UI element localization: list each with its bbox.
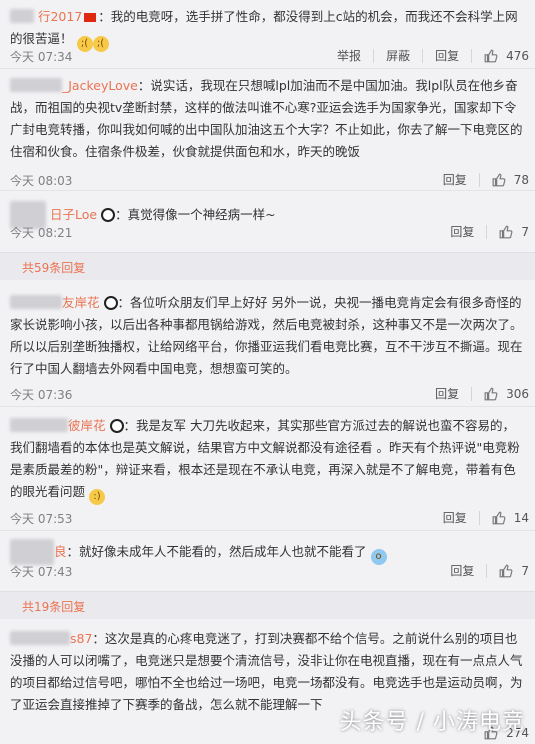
like-count: 306	[506, 386, 529, 401]
username[interactable]: 友岸花	[62, 295, 100, 310]
comment-6: 良：就好像未成年人不能看的，然后成年人也就不能看了 o 今天 07:43 回复 …	[0, 531, 535, 589]
comment-body: s87：这次是真的心疼电竞迷了，打到决赛都不给个信号。之前说什么别的项目也没播的…	[10, 628, 527, 716]
username[interactable]: s87	[70, 631, 92, 646]
comment-5: 彼岸花 ：我是友军 大刀先收起来，其实那些官方派过去的解说也蛮不容易的，我们翻墙…	[0, 407, 535, 529]
comment-actions: 回复 78	[431, 171, 529, 188]
watermark: 头条号 / 小涛电竞	[339, 710, 525, 735]
thumbs-up-icon	[484, 387, 498, 400]
thumbs-up-icon	[499, 225, 513, 238]
avatar-blur	[10, 539, 54, 565]
comment-text: ：就好像未成年人不能看的，然后成年人也就不能看了	[66, 544, 367, 559]
comment-1: 行2017 ：我的电竞呀，选手拼了性命，都没得到上c站的机会，而我还不会科学上网的…	[0, 0, 535, 68]
block-button[interactable]: 屏蔽	[374, 47, 422, 64]
username[interactable]: 彼岸花	[68, 418, 106, 433]
username[interactable]: 行2017	[38, 9, 82, 24]
like-button[interactable]: 476	[472, 49, 529, 63]
thumbs-up-icon	[492, 173, 506, 186]
thumbs-up-icon	[499, 564, 513, 577]
comment-time: 今天 07:34	[10, 50, 73, 64]
username[interactable]: 良	[54, 544, 67, 559]
like-button[interactable]: 306	[472, 387, 529, 401]
comment-body: 行2017 ：我的电竞呀，选手拼了性命，都没得到上c站的机会，而我还不会科学上网的…	[10, 6, 527, 52]
like-button[interactable]: 78	[480, 173, 529, 187]
avatar-blur	[10, 9, 34, 23]
avatar-blur	[10, 78, 62, 92]
panda-emoji-icon	[103, 296, 118, 310]
more-replies-label: 共19条回复	[22, 600, 86, 614]
like-button[interactable]: 14	[480, 511, 529, 525]
comment-time: 今天 07:53	[10, 512, 73, 526]
more-replies-label: 共59条回复	[22, 261, 86, 275]
more-replies-link[interactable]: 共59条回复	[0, 252, 535, 280]
comment-text: ：真觉得像一个神经病一样~	[115, 207, 276, 222]
crying-emoji-icon: ;(	[92, 36, 109, 52]
comment-actions: 回复 14	[431, 509, 529, 526]
like-count: 476	[506, 48, 529, 63]
like-count: 7	[521, 563, 529, 578]
comment-time: 今天 07:43	[10, 565, 73, 579]
thumbs-up-icon	[492, 511, 506, 524]
comment-actions: 举报 屏蔽 回复 476	[325, 47, 529, 64]
reply-button[interactable]: 回复	[423, 47, 471, 64]
avatar-blur	[10, 295, 62, 309]
china-flag-icon	[84, 13, 97, 22]
like-count: 78	[513, 172, 529, 187]
reply-button[interactable]: 回复	[423, 385, 471, 402]
like-count: 7	[521, 224, 529, 239]
comment-actions: 回复 306	[423, 385, 529, 402]
reply-button[interactable]: 回复	[438, 223, 486, 240]
comment-body: _JackeyLove：说实话，我现在只想喊lpl加油而不是中国加油。我lpl队…	[10, 75, 527, 163]
comment-body: 友岸花 ：各位听众朋友们早上好好 另外一说，央视一播电竞肯定会有很多奇怪的家长说…	[10, 292, 527, 380]
comment-actions: 回复 7	[438, 223, 529, 240]
comment-actions: 回复 7	[438, 562, 529, 579]
thumbs-up-icon	[484, 49, 498, 62]
baby-emoji-icon: o	[370, 549, 387, 565]
comment-3: 日子Loe ：真觉得像一个神经病一样~ 今天 08:21 回复 7	[0, 191, 535, 251]
comment-4: 友岸花 ：各位听众朋友们早上好好 另外一说，央视一播电竞肯定会有很多奇怪的家长说…	[0, 284, 535, 404]
comment-time: 今天 08:21	[10, 226, 73, 240]
username[interactable]: _JackeyLove	[62, 78, 138, 93]
reply-button[interactable]: 回复	[431, 509, 479, 526]
reply-button[interactable]: 回复	[431, 171, 479, 188]
comment-time: 今天 07:36	[10, 388, 73, 402]
smile-emoji-icon: :)	[89, 489, 105, 505]
comment-body: 彼岸花 ：我是友军 大刀先收起来，其实那些官方派过去的解说也蛮不容易的，我们翻墙…	[10, 415, 527, 505]
like-count: 14	[513, 510, 529, 525]
panda-emoji-icon	[101, 208, 116, 222]
avatar-blur	[10, 418, 68, 432]
report-button[interactable]: 举报	[325, 47, 373, 64]
like-button[interactable]: 7	[487, 564, 529, 578]
panda-emoji-icon	[109, 419, 124, 433]
reply-button[interactable]: 回复	[438, 562, 486, 579]
like-button[interactable]: 7	[487, 225, 529, 239]
avatar-blur	[10, 631, 70, 645]
more-replies-link[interactable]: 共19条回复	[0, 591, 535, 619]
crying-emoji-icon: ;(	[76, 36, 93, 52]
username[interactable]: 日子Loe	[50, 207, 97, 222]
comment-time: 今天 08:03	[10, 174, 73, 188]
comment-2: _JackeyLove：说实话，我现在只想喊lpl加油而不是中国加油。我lpl队…	[0, 69, 535, 189]
